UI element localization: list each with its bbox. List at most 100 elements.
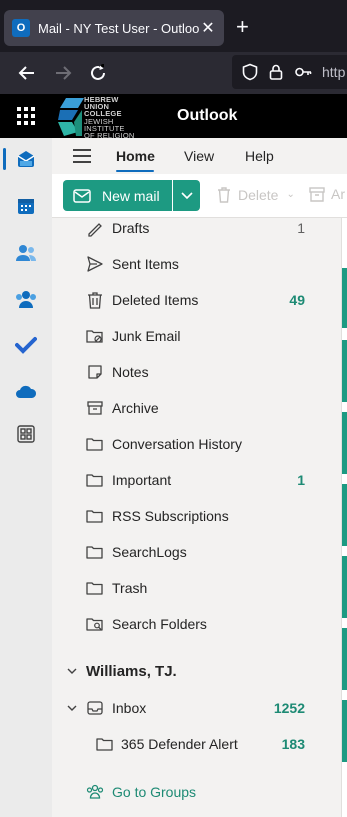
lock-icon[interactable] xyxy=(267,63,285,81)
new-mail-dropdown-button[interactable] xyxy=(173,180,200,211)
url-bar[interactable]: http xyxy=(232,55,347,89)
folder-label: Notes xyxy=(112,364,149,380)
url-text[interactable]: http xyxy=(322,64,345,80)
hamburger-menu-icon[interactable] xyxy=(73,149,91,163)
go-to-groups-label: Go to Groups xyxy=(112,784,197,800)
folder-label: Archive xyxy=(112,400,159,416)
folder-label: SearchLogs xyxy=(112,544,187,560)
forward-icon[interactable] xyxy=(52,62,74,84)
unread-indicator xyxy=(342,484,347,546)
folder-icon xyxy=(86,510,103,523)
folder-icon xyxy=(86,474,103,487)
folder-item-deleted-items[interactable]: Deleted Items 49 xyxy=(52,282,342,318)
tab-help[interactable]: Help xyxy=(245,148,274,164)
back-icon[interactable] xyxy=(16,62,38,84)
groups-icon xyxy=(86,784,104,799)
outlook-header xyxy=(0,94,347,138)
inbox-icon xyxy=(87,701,103,715)
folder-item-search-folders[interactable]: Search Folders xyxy=(52,606,342,642)
folder-label: Trash xyxy=(112,580,148,596)
delete-label: Delete xyxy=(238,186,279,203)
tab-home[interactable]: Home xyxy=(116,148,155,164)
folder-label: 365 Defender Alert xyxy=(121,736,238,752)
archive-label: Ar xyxy=(331,186,345,202)
calendar-icon[interactable] xyxy=(14,194,38,218)
account-header[interactable]: Williams, TJ. xyxy=(52,656,342,686)
folder-item-drafts[interactable]: Drafts 1 xyxy=(52,218,342,246)
mail-icon[interactable] xyxy=(14,147,38,171)
folder-item-conversation-history[interactable]: Conversation History xyxy=(52,426,342,462)
browser-tab[interactable]: O Mail - NY Test User - Outlook ✕ xyxy=(4,10,224,46)
chevron-down-icon xyxy=(180,191,193,199)
folder-item-junk-email[interactable]: Junk Email xyxy=(52,318,342,354)
folder-label: Junk Email xyxy=(112,328,181,344)
folder-item-trash[interactable]: Trash xyxy=(52,570,342,606)
todo-icon[interactable] xyxy=(14,333,38,357)
groups-icon[interactable] xyxy=(14,287,38,311)
more-apps-icon[interactable] xyxy=(14,422,38,446)
unread-indicator xyxy=(342,556,347,618)
folder-icon xyxy=(86,546,103,559)
delete-chevron-icon: ⌄ xyxy=(286,189,295,200)
shield-icon[interactable] xyxy=(241,63,259,81)
search-folder-icon xyxy=(86,618,103,631)
folder-label: Inbox xyxy=(112,700,147,716)
app-rail xyxy=(0,138,52,817)
folder-item-365-defender-alert[interactable]: 365 Defender Alert 183 xyxy=(52,726,342,762)
folder-count: 49 xyxy=(289,292,305,308)
app-title[interactable]: Outlook xyxy=(177,107,237,125)
tab-home-underline xyxy=(116,170,154,172)
tab-view[interactable]: View xyxy=(184,148,214,164)
folder-label: Drafts xyxy=(112,220,150,236)
trash-icon xyxy=(218,187,230,203)
account-name: Williams, TJ. xyxy=(86,662,177,680)
folder-label: Conversation History xyxy=(112,436,242,452)
go-to-groups-link[interactable]: Go to Groups xyxy=(52,774,342,810)
archive-icon xyxy=(87,401,103,415)
unread-indicator xyxy=(342,268,347,328)
new-mail-button[interactable]: New mail xyxy=(63,180,172,211)
onedrive-icon[interactable] xyxy=(14,379,38,403)
chevron-down-icon xyxy=(67,668,77,674)
people-icon[interactable] xyxy=(14,241,38,265)
envelope-icon xyxy=(73,188,91,203)
folder-count: 1 xyxy=(297,220,305,236)
trash-icon xyxy=(88,292,102,309)
folder-item-inbox[interactable]: Inbox 1252 xyxy=(52,690,342,726)
folder-label: RSS Subscriptions xyxy=(112,508,229,524)
folder-count: 1252 xyxy=(273,700,305,716)
logo-text: HEBREW UNION COLLEGE JEWISH INSTITUTE OF… xyxy=(84,95,135,141)
folder-count: 183 xyxy=(281,736,305,752)
unread-indicator xyxy=(342,628,347,690)
reload-icon[interactable] xyxy=(87,62,109,84)
folder-icon xyxy=(96,738,113,751)
folder-pane: Drafts 1 Sent Items Deleted Items 49 Jun… xyxy=(52,218,342,817)
rail-active-indicator xyxy=(3,148,6,170)
folder-item-searchlogs[interactable]: SearchLogs xyxy=(52,534,342,570)
folder-item-notes[interactable]: Notes xyxy=(52,354,342,390)
app-launcher-icon[interactable] xyxy=(17,107,35,125)
archive-icon xyxy=(309,186,325,202)
junk-icon xyxy=(86,330,103,343)
folder-item-rss-subscriptions[interactable]: RSS Subscriptions xyxy=(52,498,342,534)
folder-label: Search Folders xyxy=(112,616,207,632)
tab-title: Mail - NY Test User - Outlook xyxy=(38,20,200,36)
folder-icon xyxy=(86,582,103,595)
new-tab-icon[interactable]: + xyxy=(236,16,249,38)
archive-button[interactable]: Ar xyxy=(309,186,345,202)
note-icon xyxy=(88,365,102,379)
folder-item-archive[interactable]: Archive xyxy=(52,390,342,426)
send-icon xyxy=(87,256,103,272)
folder-label: Sent Items xyxy=(112,256,179,272)
unread-indicator xyxy=(342,412,347,474)
folder-item-important[interactable]: Important 1 xyxy=(52,462,342,498)
chevron-down-icon[interactable] xyxy=(66,702,78,714)
folder-item-sent-items[interactable]: Sent Items xyxy=(52,246,342,282)
key-icon[interactable] xyxy=(294,63,312,81)
folder-count: 1 xyxy=(297,472,305,488)
unread-indicator xyxy=(342,340,347,402)
delete-button[interactable]: Delete ⌄ xyxy=(216,186,295,203)
folder-label: Deleted Items xyxy=(112,292,199,308)
close-tab-icon[interactable]: ✕ xyxy=(200,18,216,38)
new-mail-label: New mail xyxy=(102,187,160,204)
